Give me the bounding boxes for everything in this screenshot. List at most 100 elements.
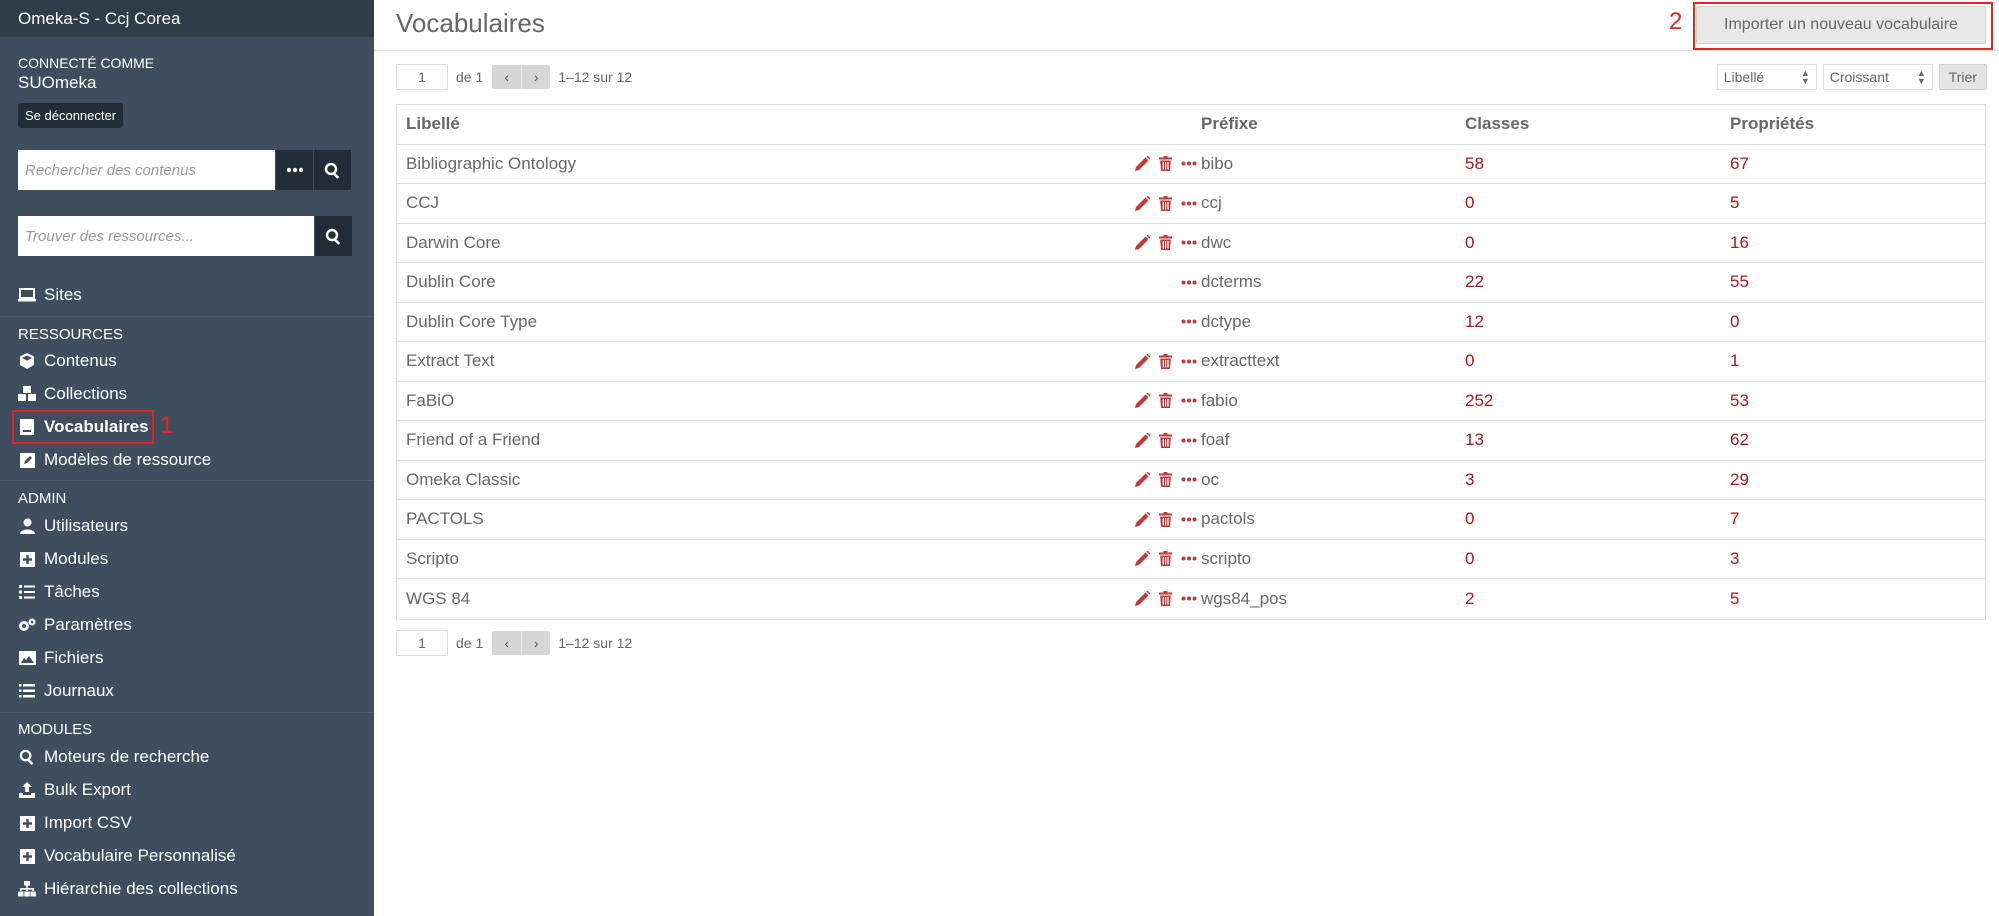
properties-count-link[interactable]: 67 bbox=[1730, 154, 1749, 174]
more-actions-icon[interactable] bbox=[1181, 556, 1197, 561]
vocabulary-label-link[interactable]: Bibliographic Ontology bbox=[406, 154, 576, 174]
edit-icon[interactable] bbox=[1135, 511, 1150, 527]
properties-count-link[interactable]: 5 bbox=[1730, 589, 1739, 609]
logout-button[interactable]: Se déconnecter bbox=[18, 103, 124, 128]
classes-count-link[interactable]: 0 bbox=[1465, 509, 1474, 529]
nav-users[interactable]: Utilisateurs bbox=[18, 515, 128, 537]
properties-count-link[interactable]: 3 bbox=[1730, 549, 1739, 569]
edit-icon[interactable] bbox=[1135, 551, 1150, 567]
nav-sites[interactable]: Sites bbox=[18, 284, 82, 306]
properties-count-link[interactable]: 5 bbox=[1730, 193, 1739, 213]
classes-count-link[interactable]: 2 bbox=[1465, 589, 1474, 609]
classes-count-link[interactable]: 12 bbox=[1465, 312, 1484, 332]
nav-import-csv[interactable]: Import CSV bbox=[18, 812, 132, 834]
import-vocabulary-button[interactable]: Importer un nouveau vocabulaire bbox=[1696, 6, 1986, 44]
delete-icon[interactable] bbox=[1159, 432, 1172, 448]
page-number-input[interactable]: 1 bbox=[396, 630, 448, 656]
nav-item-sets-tree[interactable]: Hiérarchie des collections bbox=[18, 878, 238, 900]
properties-count-link[interactable]: 16 bbox=[1730, 233, 1749, 253]
classes-count-link[interactable]: 0 bbox=[1465, 351, 1474, 371]
nav-bulk-export[interactable]: Bulk Export bbox=[18, 779, 131, 801]
more-actions-icon[interactable] bbox=[1181, 319, 1197, 324]
nav-search-engines[interactable]: Moteurs de recherche bbox=[18, 746, 209, 768]
vocabulary-label-link[interactable]: PACTOLS bbox=[406, 509, 484, 529]
nav-settings[interactable]: Paramètres bbox=[18, 614, 132, 636]
classes-count-link[interactable]: 0 bbox=[1465, 233, 1474, 253]
edit-icon[interactable] bbox=[1135, 195, 1150, 211]
edit-icon[interactable] bbox=[1135, 432, 1150, 448]
nav-collections[interactable]: Collections bbox=[18, 383, 127, 405]
more-actions-icon[interactable] bbox=[1181, 438, 1197, 443]
properties-count-link[interactable]: 0 bbox=[1730, 312, 1739, 332]
edit-icon[interactable] bbox=[1135, 156, 1150, 172]
search-input[interactable]: Rechercher des contenus bbox=[18, 150, 275, 190]
delete-icon[interactable] bbox=[1159, 393, 1172, 409]
properties-count-link[interactable]: 55 bbox=[1730, 272, 1749, 292]
nav-assets[interactable]: Fichiers bbox=[18, 647, 104, 669]
properties-count-link[interactable]: 53 bbox=[1730, 391, 1749, 411]
vocabulary-label-link[interactable]: Omeka Classic bbox=[406, 470, 520, 490]
find-resources-input[interactable]: Trouver des ressources... bbox=[18, 216, 314, 256]
more-actions-icon[interactable] bbox=[1181, 240, 1197, 245]
edit-icon[interactable] bbox=[1135, 591, 1150, 607]
delete-icon[interactable] bbox=[1159, 551, 1172, 567]
more-actions-icon[interactable] bbox=[1181, 201, 1197, 206]
vocabulary-label-link[interactable]: CCJ bbox=[406, 193, 439, 213]
edit-icon[interactable] bbox=[1135, 235, 1150, 251]
delete-icon[interactable] bbox=[1159, 511, 1172, 527]
classes-count-link[interactable]: 13 bbox=[1465, 430, 1484, 450]
vocabulary-label-link[interactable]: FaBiO bbox=[406, 391, 454, 411]
vocabulary-label-link[interactable]: Friend of a Friend bbox=[406, 430, 540, 450]
page-number-input[interactable]: 1 bbox=[396, 64, 448, 90]
vocabulary-label-link[interactable]: Darwin Core bbox=[406, 233, 500, 253]
next-page-button[interactable]: › bbox=[521, 631, 550, 655]
vocabulary-label-link[interactable]: Dublin Core bbox=[406, 272, 496, 292]
properties-count-link[interactable]: 1 bbox=[1730, 351, 1739, 371]
nav-modules[interactable]: Modules bbox=[18, 548, 108, 570]
more-actions-icon[interactable] bbox=[1181, 517, 1197, 522]
find-resources-button[interactable] bbox=[314, 216, 352, 256]
classes-count-link[interactable]: 3 bbox=[1465, 470, 1474, 490]
previous-page-button[interactable]: ‹ bbox=[492, 631, 521, 655]
more-actions-icon[interactable] bbox=[1181, 359, 1197, 364]
search-button[interactable] bbox=[313, 150, 351, 190]
properties-count-link[interactable]: 29 bbox=[1730, 470, 1749, 490]
nav-items[interactable]: Contenus bbox=[18, 350, 117, 372]
properties-count-link[interactable]: 7 bbox=[1730, 509, 1739, 529]
site-title[interactable]: Omeka-S - Ccj Corea bbox=[0, 0, 374, 37]
more-actions-icon[interactable] bbox=[1181, 161, 1197, 166]
delete-icon[interactable] bbox=[1159, 195, 1172, 211]
advanced-search-button[interactable] bbox=[275, 150, 313, 190]
nav-custom-vocab[interactable]: Vocabulaire Personnalisé bbox=[18, 845, 236, 867]
next-page-button[interactable]: › bbox=[521, 65, 550, 89]
nav-jobs[interactable]: Tâches bbox=[18, 581, 100, 603]
classes-count-link[interactable]: 0 bbox=[1465, 193, 1474, 213]
sort-button[interactable]: Trier bbox=[1938, 64, 1987, 90]
sort-by-select[interactable]: Libellé ▲ ▼ bbox=[1716, 64, 1817, 90]
delete-icon[interactable] bbox=[1159, 235, 1172, 251]
sort-order-select[interactable]: Croissant ▲ ▼ bbox=[1822, 64, 1933, 90]
vocabulary-label-link[interactable]: Scripto bbox=[406, 549, 459, 569]
edit-icon[interactable] bbox=[1135, 472, 1150, 488]
edit-icon[interactable] bbox=[1135, 353, 1150, 369]
delete-icon[interactable] bbox=[1159, 472, 1172, 488]
previous-page-button[interactable]: ‹ bbox=[492, 65, 521, 89]
delete-icon[interactable] bbox=[1159, 591, 1172, 607]
delete-icon[interactable] bbox=[1159, 353, 1172, 369]
more-actions-icon[interactable] bbox=[1181, 280, 1197, 285]
username-link[interactable]: SUOmeka bbox=[18, 73, 356, 93]
vocabulary-label-link[interactable]: WGS 84 bbox=[406, 589, 470, 609]
classes-count-link[interactable]: 252 bbox=[1465, 391, 1493, 411]
classes-count-link[interactable]: 22 bbox=[1465, 272, 1484, 292]
edit-icon[interactable] bbox=[1135, 393, 1150, 409]
more-actions-icon[interactable] bbox=[1181, 596, 1197, 601]
vocabulary-label-link[interactable]: Extract Text bbox=[406, 351, 495, 371]
nav-resource-templates[interactable]: Modèles de ressource bbox=[18, 449, 211, 471]
delete-icon[interactable] bbox=[1159, 156, 1172, 172]
nav-logs[interactable]: Journaux bbox=[18, 680, 114, 702]
classes-count-link[interactable]: 0 bbox=[1465, 549, 1474, 569]
properties-count-link[interactable]: 62 bbox=[1730, 430, 1749, 450]
more-actions-icon[interactable] bbox=[1181, 477, 1197, 482]
vocabulary-label-link[interactable]: Dublin Core Type bbox=[406, 312, 537, 332]
classes-count-link[interactable]: 58 bbox=[1465, 154, 1484, 174]
